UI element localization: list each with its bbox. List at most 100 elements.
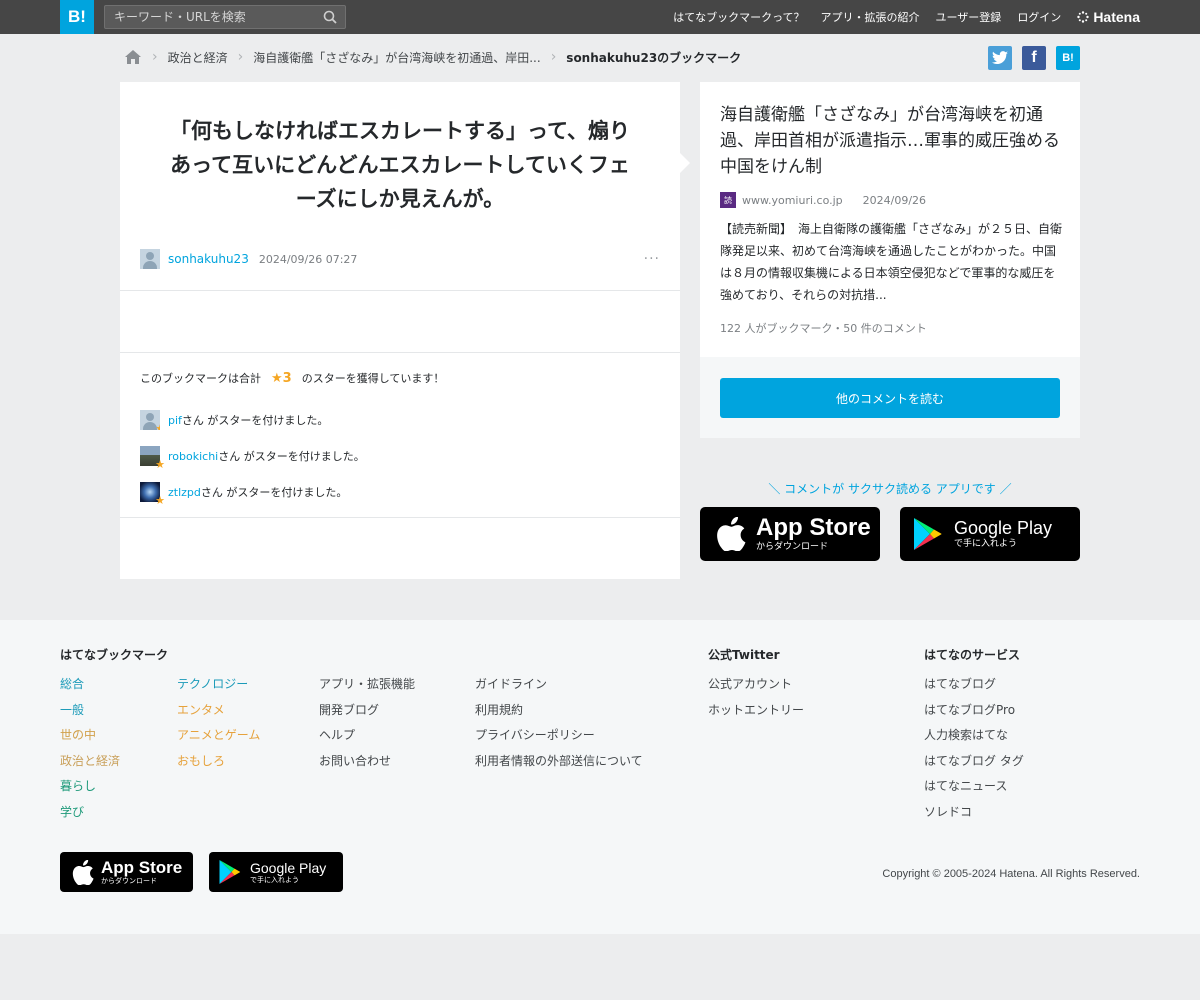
footer-category-link[interactable]: 政治と経済 xyxy=(60,749,120,775)
footer-link[interactable]: ガイドライン xyxy=(475,672,643,698)
star-summary: このブックマークは合計 ★3 のスターを獲得しています！ xyxy=(140,370,444,386)
footer-categories-left: 総合 一般 世の中 政治と経済 暮らし 学び xyxy=(60,672,120,826)
search-icon[interactable] xyxy=(323,10,337,24)
chevron-right-icon: › xyxy=(237,49,244,65)
hatena-brand-link[interactable]: Hatena xyxy=(1077,9,1140,25)
nav-register[interactable]: ユーザー登録 xyxy=(936,9,1002,25)
star-user-link[interactable]: ztlzpd xyxy=(168,486,201,499)
avatar[interactable]: ★ xyxy=(140,482,165,507)
hatena-bookmark-icon: B! xyxy=(1062,52,1074,64)
author-row: sonhakuhu23 2024/09/26 07:27 ··· xyxy=(140,248,660,270)
google-play-name: Google Play xyxy=(954,518,1053,538)
footer-category-link[interactable]: 一般 xyxy=(60,698,120,724)
home-icon[interactable] xyxy=(124,49,142,65)
footer-link[interactable]: 人力検索はてな xyxy=(924,723,1024,749)
card-pointer xyxy=(680,153,690,173)
footer-category-link[interactable]: 総合 xyxy=(60,672,120,698)
twitter-icon xyxy=(992,51,1008,64)
footer-category-link[interactable]: 学び xyxy=(60,800,120,826)
entry-domain-link[interactable]: www.yomiuri.co.jp xyxy=(742,194,843,207)
nav-about[interactable]: はてなブックマークって？ xyxy=(673,9,804,25)
footer-category-link[interactable]: エンタメ xyxy=(177,698,260,724)
twitter-share-button[interactable] xyxy=(988,46,1012,70)
footer-link[interactable]: お問い合わせ xyxy=(319,749,415,775)
footer-category-link[interactable]: 世の中 xyxy=(60,723,120,749)
star-user-link[interactable]: robokichi xyxy=(168,450,218,463)
avatar[interactable]: ★ xyxy=(140,410,160,430)
entry-title-link[interactable]: 海自護衛艦「さざなみ」が台湾海峡を初通過、岸田首相が派遣指示…軍事的威圧強める中… xyxy=(720,102,1065,180)
footer-category-link[interactable]: テクノロジー xyxy=(177,672,260,698)
avatar[interactable]: ★ xyxy=(140,446,165,471)
footer-link[interactable]: ソレドコ xyxy=(924,800,1024,826)
header-nav: はてなブックマークって？ アプリ・拡張の紹介 ユーザー登録 ログイン Haten… xyxy=(673,0,1140,34)
star-count: ★3 xyxy=(271,370,292,386)
bookmark-comment: 「何もしなければエスカレートする」って、煽りあって互いにどんどんエスカレートして… xyxy=(170,119,630,211)
facebook-share-button[interactable]: f xyxy=(1022,46,1046,70)
footer: はてなブックマーク 総合 一般 世の中 政治と経済 暮らし 学び テクノロジー … xyxy=(0,620,1200,934)
hatena-bookmark-logo[interactable]: B! xyxy=(60,0,94,34)
footer-twitter-links: 公式アカウント ホットエントリー xyxy=(708,672,804,723)
google-play-sub: で手に入れよう xyxy=(954,539,1018,549)
star-user-row: ★ ztlzpd さん がスターを付けました。 xyxy=(140,481,348,507)
entry-card: 海自護衛艦「さざなみ」が台湾海峡を初通過、岸田首相が派遣指示…軍事的威圧強める中… xyxy=(700,82,1080,357)
footer-category-link[interactable]: おもしろ xyxy=(177,749,260,775)
more-options-icon[interactable]: ··· xyxy=(644,251,660,267)
star-user-text: さん がスターを付けました。 xyxy=(200,486,348,499)
star-summary-suffix: のスターを獲得しています！ xyxy=(301,372,445,385)
search-input[interactable] xyxy=(105,6,315,28)
share-buttons: f B! xyxy=(988,46,1080,70)
top-bar: B! はてなブックマークって？ アプリ・拡張の紹介 ユーザー登録 ログイン Ha… xyxy=(0,0,1200,34)
breadcrumb-entry[interactable]: 海自護衛艦「さざなみ」が台湾海峡を初通過、岸田... xyxy=(253,49,540,66)
footer-link[interactable]: 開発ブログ xyxy=(319,698,415,724)
star-user-row: ★ pif さん がスターを付けました。 xyxy=(140,409,328,431)
breadcrumb-category[interactable]: 政治と経済 xyxy=(168,49,228,66)
author-name-link[interactable]: sonhakuhu23 xyxy=(168,252,249,266)
footer-link[interactable]: プライバシーポリシー xyxy=(475,723,643,749)
nav-login[interactable]: ログイン xyxy=(1017,9,1061,25)
footer-link[interactable]: アプリ・拡張機能 xyxy=(319,672,415,698)
footer-categories-right: テクノロジー エンタメ アニメとゲーム おもしろ xyxy=(177,672,260,774)
footer-links-b: ガイドライン 利用規約 プライバシーポリシー 利用者情報の外部送信について xyxy=(475,672,643,774)
app-store-button[interactable]: App Store からダウンロード xyxy=(700,507,880,561)
app-store-sub: からダウンロード xyxy=(101,877,157,885)
footer-link[interactable]: 利用者情報の外部送信について xyxy=(475,749,643,775)
entry-bookmark-count-link[interactable]: 122 人がブックマーク・50 件のコメント xyxy=(720,320,927,336)
footer-link[interactable]: 利用規約 xyxy=(475,698,643,724)
chevron-right-icon: › xyxy=(152,49,158,65)
read-other-comments-button[interactable]: 他のコメントを読む xyxy=(720,378,1060,418)
google-play-button[interactable]: Google Play で手に入れよう xyxy=(900,507,1080,561)
avatar[interactable] xyxy=(140,249,160,269)
footer-google-play-button[interactable]: Google Play で手に入れよう xyxy=(209,852,343,892)
site-favicon-icon: 読 xyxy=(720,192,736,208)
footer-link[interactable]: はてなニュース xyxy=(924,774,1024,800)
breadcrumb-current: sonhakuhu23のブックマーク xyxy=(566,50,742,65)
apple-icon xyxy=(72,859,94,885)
chevron-right-icon: › xyxy=(550,49,557,65)
footer-category-link[interactable]: 暮らし xyxy=(60,774,120,800)
footer-link[interactable]: 公式アカウント xyxy=(708,672,804,698)
bookmark-timestamp[interactable]: 2024/09/26 07:27 xyxy=(259,253,358,266)
footer-link[interactable]: はてなブログ xyxy=(924,672,1024,698)
footer-heading-twitter: 公式Twitter xyxy=(708,648,780,662)
divider xyxy=(120,517,680,518)
nav-apps[interactable]: アプリ・拡張の紹介 xyxy=(821,9,920,25)
app-store-name: App Store xyxy=(101,858,183,877)
hatena-share-button[interactable]: B! xyxy=(1056,46,1080,70)
footer-link[interactable]: はてなブログ タグ xyxy=(924,749,1024,775)
star-user-link[interactable]: pif xyxy=(168,414,182,427)
divider xyxy=(120,290,680,291)
app-store-sub: からダウンロード xyxy=(756,542,829,552)
bookmark-card: 「何もしなければエスカレートする」って、煽りあって互いにどんどんエスカレートして… xyxy=(120,82,680,579)
footer-app-store-button[interactable]: App Store からダウンロード xyxy=(60,852,193,892)
footer-link[interactable]: はてなブログPro xyxy=(924,698,1024,724)
divider xyxy=(120,352,680,353)
footer-heading-services: はてなのサービス xyxy=(924,648,1021,662)
footer-category-link[interactable]: アニメとゲーム xyxy=(177,723,260,749)
copyright: Copyright © 2005-2024 Hatena. All Rights… xyxy=(882,868,1140,880)
footer-link[interactable]: ヘルプ xyxy=(319,723,415,749)
footer-link[interactable]: ホットエントリー xyxy=(708,698,804,724)
google-play-icon xyxy=(914,518,942,550)
facebook-icon: f xyxy=(1031,49,1037,66)
apple-icon xyxy=(717,517,746,551)
hatena-brand-text: Hatena xyxy=(1093,9,1140,25)
